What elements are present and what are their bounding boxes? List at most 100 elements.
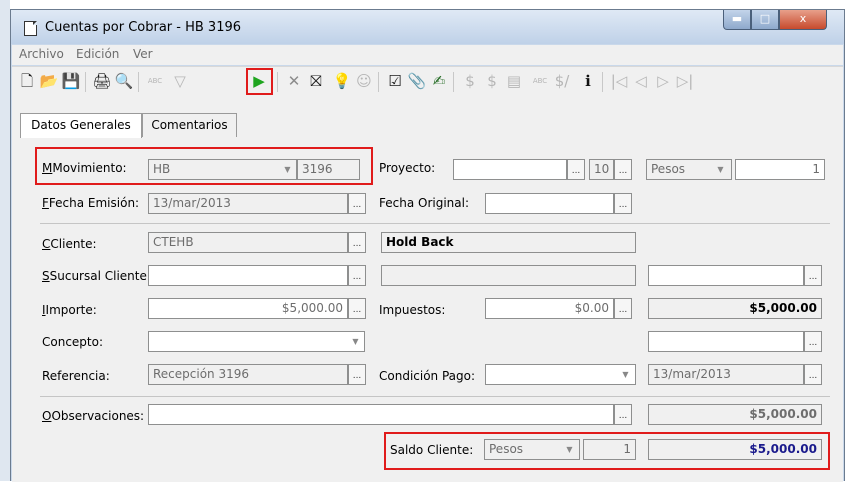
observaciones-field[interactable] — [148, 404, 614, 425]
condicion-pago-select[interactable] — [485, 364, 636, 385]
fecha-original-lookup-button[interactable]: ... — [614, 193, 632, 214]
toolbar-separator — [453, 72, 454, 92]
sucursal-cliente-lookup-button[interactable]: ... — [348, 265, 366, 286]
extra-field-2-lookup-button[interactable]: ... — [804, 331, 822, 352]
referencia-label: Referencia: — [42, 369, 110, 383]
proyecto-label: Proyecto: — [379, 161, 436, 175]
first-record-icon[interactable]: |◁ — [609, 71, 629, 91]
title-bar: Cuentas por Cobrar - HB 3196 ▬ □ x — [11, 10, 844, 44]
saldo-cliente-label: Saldo Cliente: — [390, 443, 474, 457]
abc-icon[interactable]: ABC — [530, 71, 550, 91]
proyecto-number: 10 — [589, 159, 614, 180]
fecha-vencimiento-lookup-button[interactable]: ... — [804, 364, 822, 385]
menu-edicion[interactable]: Edición — [76, 47, 119, 61]
chevron-down-icon[interactable]: ▼ — [561, 440, 578, 459]
toolbar-separator — [138, 72, 139, 92]
proyecto-lookup-button[interactable]: ... — [567, 159, 585, 180]
money-icon[interactable]: $ — [460, 71, 480, 91]
minimize-button[interactable]: ▬ — [723, 10, 751, 30]
tab-comentarios[interactable]: Comentarios — [142, 113, 237, 137]
toolbar-separator — [85, 72, 86, 92]
menu-ver[interactable]: Ver — [133, 47, 153, 61]
cliente-lookup-button[interactable]: ... — [348, 232, 366, 253]
cliente-field: CTEHB — [148, 232, 348, 253]
section-divider — [40, 396, 830, 397]
preview-icon[interactable]: 🔍 — [114, 71, 134, 91]
delete-icon[interactable]: ⛝ — [306, 71, 326, 91]
wizard-icon[interactable]: ✍ — [429, 71, 449, 91]
open-icon[interactable]: 📂 — [39, 71, 59, 91]
impuestos-field[interactable]: $0.00 — [485, 298, 614, 319]
user-icon[interactable]: ☺ — [354, 71, 374, 91]
proyecto-number-lookup-button[interactable]: ... — [614, 159, 632, 180]
print-icon[interactable]: 🖨 — [92, 71, 112, 91]
cliente-nombre-field: Hold Back — [381, 232, 636, 253]
spellcheck-icon[interactable]: ABC — [145, 71, 165, 91]
impuestos-label: Impuestos: — [379, 303, 446, 317]
sucursal-cliente-label: SSucursal Cliente: — [42, 269, 151, 283]
tab-datos-generales[interactable]: Datos Generales — [20, 113, 142, 138]
concepto-label: Concepto: — [42, 335, 104, 349]
close-button[interactable]: x — [779, 10, 827, 30]
previous-record-icon[interactable]: ◁ — [631, 71, 651, 91]
fecha-emision-field: 13/mar/2013 — [148, 193, 348, 214]
calculator-icon[interactable]: ▤ — [504, 71, 524, 91]
attach-icon[interactable]: 📎 — [407, 71, 427, 91]
extra-field-2[interactable] — [648, 331, 804, 352]
toolbar-separator — [602, 72, 603, 92]
impuestos-lookup-button[interactable]: ... — [614, 298, 632, 319]
chevron-down-icon[interactable]: ▼ — [279, 160, 296, 179]
fecha-original-field[interactable] — [485, 193, 614, 214]
cancel-icon[interactable]: ✕ — [284, 71, 304, 91]
next-record-icon[interactable]: ▷ — [653, 71, 673, 91]
movimiento-number: 3196 — [297, 159, 360, 180]
dollar-icon[interactable]: $ — [482, 71, 502, 91]
sucursal-cliente-field[interactable] — [148, 265, 348, 286]
new-icon[interactable]: 🗋 — [17, 71, 37, 91]
observaciones-label: OObservaciones: — [42, 409, 145, 423]
info-icon[interactable]: ℹ — [578, 71, 598, 91]
concepto-select[interactable] — [148, 331, 365, 352]
run-icon[interactable]: ▶ — [249, 71, 269, 91]
last-record-icon[interactable]: ▷| — [675, 71, 695, 91]
fecha-original-label: Fecha Original: — [379, 196, 469, 210]
movimiento-select[interactable]: HB — [148, 159, 297, 180]
importe-field[interactable]: $5,000.00 — [148, 298, 348, 319]
proyecto-field[interactable] — [453, 159, 567, 180]
referencia-field: Recepción 3196 — [148, 364, 348, 385]
movimiento-label: MMovimiento: — [42, 161, 127, 175]
idea-icon[interactable]: 💡 — [332, 71, 352, 91]
referencia-lookup-button[interactable]: ... — [348, 364, 366, 385]
checklist-icon[interactable]: ☑ — [385, 71, 405, 91]
menu-archivo[interactable]: Archivo — [19, 47, 64, 61]
menu-bar: Archivo Edición Ver — [12, 45, 843, 65]
extra-field-1-lookup-button[interactable]: ... — [804, 265, 822, 286]
background-strip — [0, 0, 10, 481]
chevron-down-icon[interactable]: ▼ — [617, 365, 634, 384]
saldo-tipo-cambio-field: 1 — [583, 439, 636, 460]
importe-lookup-button[interactable]: ... — [348, 298, 366, 319]
fecha-emision-label: FFecha Emisión: — [42, 196, 140, 210]
filter-icon[interactable]: ▽ — [170, 71, 190, 91]
extra-field-1[interactable] — [648, 265, 804, 286]
toolbar-separator — [277, 72, 278, 92]
toolbar: 🗋 📂 💾 🖨 🔍 ABC ▽ ▶ ✕ ⛝ 💡 ☺ ☑ 📎 ✍ $ $ ▤ AB… — [12, 66, 843, 97]
window-title: Cuentas por Cobrar - HB 3196 — [45, 20, 242, 35]
condicion-pago-label: Condición Pago: — [379, 369, 476, 383]
section-divider — [40, 223, 830, 224]
toolbar-separator — [378, 72, 379, 92]
fecha-vencimiento-field: 13/mar/2013 — [648, 364, 804, 385]
importe-total-field: $5,000.00 — [648, 298, 822, 319]
observaciones-lookup-button[interactable]: ... — [614, 404, 632, 425]
importe-label: IImporte: — [42, 303, 97, 317]
chevron-down-icon[interactable]: ▼ — [347, 332, 364, 351]
fecha-emision-lookup-button[interactable]: ... — [348, 193, 366, 214]
document-icon — [24, 21, 37, 36]
sum-icon[interactable]: $/ — [552, 71, 572, 91]
maximize-button[interactable]: □ — [751, 10, 779, 30]
save-icon[interactable]: 💾 — [61, 71, 81, 91]
tipo-cambio-field[interactable]: 1 — [735, 159, 825, 180]
saldo-total-field: $5,000.00 — [648, 439, 822, 460]
cliente-label: CCliente: — [42, 237, 97, 251]
chevron-down-icon[interactable]: ▼ — [712, 160, 729, 179]
